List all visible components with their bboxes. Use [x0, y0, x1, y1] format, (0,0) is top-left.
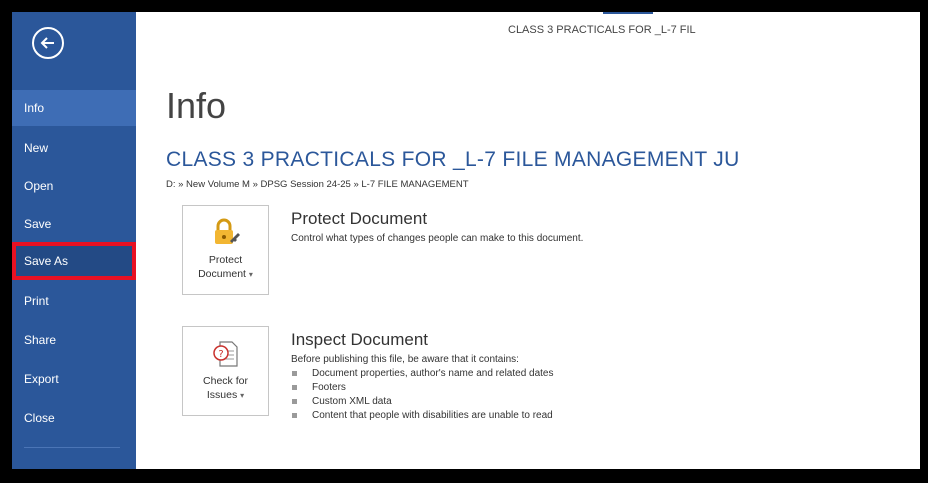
backstage-window: Info New Open Save Save As Print Share E… [12, 12, 920, 469]
protect-document-description: Control what types of changes people can… [291, 233, 584, 244]
inspect-findings-list: Document properties, author's name and r… [290, 367, 554, 423]
square-bullet-icon [292, 413, 297, 418]
sidebar-divider [24, 447, 120, 448]
document-heading: CLASS 3 PRACTICALS FOR _L-7 FILE MANAGEM… [166, 148, 740, 171]
back-arrow-icon [40, 37, 54, 49]
list-item: Content that people with disabilities ar… [290, 409, 554, 423]
sidebar-item-share[interactable]: Share [12, 322, 136, 358]
protect-tile-label-2: Document [198, 268, 246, 280]
sidebar-item-save[interactable]: Save [12, 206, 136, 242]
title-bar: CLASS 3 PRACTICALS FOR _L-7 FIL [136, 12, 920, 42]
protect-document-button[interactable]: Protect Document ▾ [182, 205, 269, 295]
inspect-tile-label-1: Check for [203, 375, 248, 387]
dropdown-caret-icon: ▾ [240, 391, 245, 400]
inspect-document-icon: ? [210, 338, 242, 375]
sidebar-item-open[interactable]: Open [12, 168, 136, 204]
title-accent-line [603, 12, 653, 14]
list-item: Footers [290, 381, 554, 395]
document-path[interactable]: D: » New Volume M » DPSG Session 24-25 »… [166, 179, 469, 190]
sidebar-item-save-as[interactable]: Save As [12, 242, 136, 280]
sidebar-item-print[interactable]: Print [12, 283, 136, 319]
sidebar-item-export[interactable]: Export [12, 361, 136, 397]
inspect-document-description: Before publishing this file, be aware th… [291, 354, 519, 365]
page-title: Info [166, 85, 227, 126]
list-item: Custom XML data [290, 395, 554, 409]
square-bullet-icon [292, 385, 297, 390]
svg-text:?: ? [218, 349, 223, 360]
sidebar-item-info[interactable]: Info [12, 90, 136, 126]
square-bullet-icon [292, 371, 297, 376]
backstage-sidebar: Info New Open Save Save As Print Share E… [12, 12, 136, 469]
window-document-title: CLASS 3 PRACTICALS FOR _L-7 FIL [508, 24, 696, 36]
square-bullet-icon [292, 399, 297, 404]
sidebar-item-new[interactable]: New [12, 130, 136, 166]
inspect-tile-label-2: Issues [206, 389, 238, 401]
list-item: Document properties, author's name and r… [290, 367, 554, 381]
protect-document-title: Protect Document [291, 209, 428, 228]
lock-key-icon [210, 217, 242, 254]
back-button[interactable] [32, 27, 64, 59]
check-for-issues-button[interactable]: ? Check for Issues ▾ [182, 326, 269, 416]
inspect-document-title: Inspect Document [291, 330, 429, 349]
protect-tile-label-1: Protect [208, 254, 243, 266]
sidebar-item-close[interactable]: Close [12, 400, 136, 436]
dropdown-caret-icon: ▾ [248, 270, 253, 279]
